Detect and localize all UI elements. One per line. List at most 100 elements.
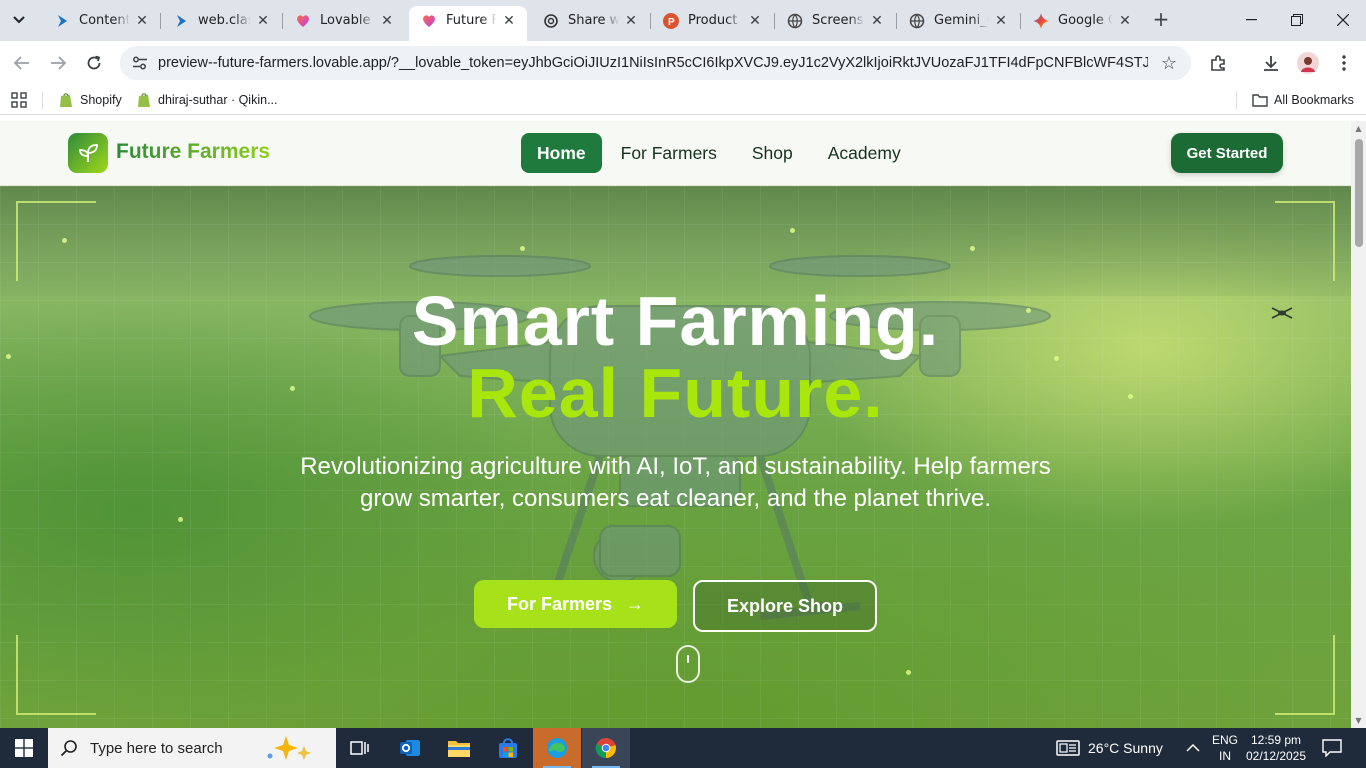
close-tab-icon[interactable]: ✕: [379, 13, 395, 29]
tab-content[interactable]: Content s ✕: [42, 6, 160, 35]
restore-button[interactable]: [1274, 0, 1320, 40]
bookmarks-bar: Shopify dhiraj-suthar · Qikin... All Boo…: [0, 85, 1366, 115]
clock[interactable]: 12:59 pm 02/12/2025: [1245, 728, 1307, 768]
news-weather-icon: [1056, 740, 1080, 756]
file-explorer-app[interactable]: [435, 728, 483, 768]
download-icon[interactable]: [1258, 50, 1284, 76]
scrollbar-thumb[interactable]: [1355, 139, 1363, 247]
tab-title: Screensho: [812, 13, 865, 28]
tab-web-class[interactable]: web.class ✕: [161, 6, 281, 35]
close-window-button[interactable]: [1320, 0, 1366, 40]
brand-name[interactable]: Future Farmers: [116, 140, 270, 164]
nav-academy[interactable]: Academy: [812, 133, 917, 173]
arrow-right-icon: →: [626, 593, 645, 614]
all-bookmarks-label: All Bookmarks: [1274, 93, 1354, 107]
all-bookmarks[interactable]: All Bookmarks: [1252, 91, 1354, 109]
scroll-mouse-icon[interactable]: [676, 645, 700, 683]
menu-kebab-icon[interactable]: [1331, 50, 1357, 76]
nav-for-farmers[interactable]: For Farmers: [605, 133, 733, 173]
sprout-logo-icon[interactable]: [68, 133, 108, 173]
tab-screenshot[interactable]: Screensho ✕: [775, 6, 895, 35]
url-text[interactable]: preview--future-farmers.lovable.app/?__l…: [158, 55, 1148, 71]
page-viewport: Future Farmers Home For Farmers Shop Aca…: [0, 121, 1351, 728]
taskbar-search-box[interactable]: Type here to search: [48, 728, 336, 768]
chrome-icon: [595, 738, 616, 759]
tab-gemini[interactable]: Gemini_G ✕: [897, 6, 1019, 35]
clock-time: 12:59 pm: [1250, 733, 1302, 747]
forward-arrow-icon: [51, 56, 66, 70]
tab-product-hunt[interactable]: P Product H ✕: [651, 6, 773, 35]
search-placeholder: Type here to search: [90, 739, 223, 757]
outlook-app[interactable]: [386, 728, 434, 768]
language-indicator[interactable]: ENG IN: [1212, 728, 1238, 768]
chevron-down-icon: [13, 16, 25, 24]
lang-code: ENG: [1212, 733, 1239, 747]
chrome-app[interactable]: [582, 728, 630, 768]
globe-icon: [787, 13, 803, 29]
hero-title-line2: Real Future.: [467, 354, 884, 432]
tab-google-gemini[interactable]: Google G ✕: [1021, 6, 1143, 35]
particle-dot: [906, 670, 911, 675]
close-tab-icon[interactable]: ✕: [993, 13, 1009, 29]
page-scrollbar[interactable]: ▲ ▼: [1351, 121, 1366, 728]
store-bag-icon: [499, 738, 517, 758]
windows-start-button[interactable]: [0, 728, 48, 768]
nav-shop[interactable]: Shop: [736, 133, 809, 173]
tab-future-farmers[interactable]: Future Fa ✕: [409, 6, 527, 41]
outlook-icon: [400, 740, 420, 756]
close-tab-icon[interactable]: ✕: [1117, 13, 1133, 29]
task-view-button[interactable]: [336, 728, 384, 768]
tab-lovable[interactable]: Lovable - ✕: [283, 6, 405, 35]
tab-title: Google G: [1058, 13, 1113, 28]
hidden-icons-chevron-icon[interactable]: [1186, 728, 1200, 768]
apps-grid-icon[interactable]: [11, 91, 27, 109]
address-bar[interactable]: preview--future-farmers.lovable.app/?__l…: [120, 46, 1191, 80]
weather-text: 26°C Sunny: [1088, 740, 1163, 756]
gemini-sparkle-icon: [1033, 12, 1049, 29]
close-tab-icon[interactable]: ✕: [623, 13, 639, 29]
reload-button[interactable]: [80, 49, 108, 77]
for-farmers-button[interactable]: For Farmers →: [474, 580, 677, 628]
close-tab-icon[interactable]: ✕: [134, 13, 150, 29]
tab-search-button[interactable]: [6, 7, 32, 33]
bookmark-shopify[interactable]: Shopify: [58, 91, 122, 109]
particle-dot: [178, 517, 183, 522]
minimize-button[interactable]: [1228, 0, 1274, 40]
shopify-bag-icon: [138, 93, 150, 107]
tab-title: Content s: [79, 13, 130, 28]
edge-icon: [547, 738, 567, 758]
profile-avatar[interactable]: [1295, 50, 1321, 76]
notifications-icon[interactable]: [1322, 728, 1342, 768]
weather-widget[interactable]: 26°C Sunny: [1056, 728, 1163, 768]
explore-shop-button[interactable]: Explore Shop: [693, 580, 877, 632]
lovable-heart-icon: [295, 13, 311, 29]
bookmark-star-icon[interactable]: ☆: [1161, 53, 1177, 74]
tab-share-web[interactable]: Share wel ✕: [531, 6, 649, 35]
close-tab-icon[interactable]: ✕: [869, 13, 885, 29]
forward-button[interactable]: [44, 49, 72, 77]
microsoft-store-app[interactable]: [484, 728, 532, 768]
tab-title: web.class: [198, 13, 251, 28]
windows-logo-icon: [15, 739, 33, 757]
particle-dot: [62, 238, 67, 243]
extensions-icon[interactable]: [1205, 50, 1231, 76]
edge-app[interactable]: [533, 728, 581, 768]
bookmark-dhiraj-suthar[interactable]: dhiraj-suthar · Qikin...: [136, 91, 277, 109]
close-tab-icon[interactable]: ✕: [747, 13, 763, 29]
close-tab-icon[interactable]: ✕: [501, 13, 517, 29]
blue-arrow-favicon-icon: [54, 13, 70, 29]
scroll-up-arrow-icon[interactable]: ▲: [1354, 124, 1363, 133]
back-arrow-icon: [14, 56, 29, 70]
new-tab-button[interactable]: +: [1150, 7, 1172, 31]
back-button[interactable]: [8, 49, 36, 77]
hero-section: Smart Farming. Real Future. Revolutioniz…: [0, 186, 1351, 728]
get-started-button[interactable]: Get Started: [1171, 133, 1283, 173]
clock-date: 02/12/2025: [1245, 749, 1307, 763]
site-info-icon[interactable]: [130, 53, 150, 73]
windows-taskbar: Type here to search 26°C Sunny ENG IN 12: [0, 728, 1366, 768]
close-tab-icon[interactable]: ✕: [255, 13, 271, 29]
openai-favicon-icon: [543, 13, 559, 29]
nav-home[interactable]: Home: [521, 133, 602, 173]
scroll-down-arrow-icon[interactable]: ▼: [1354, 716, 1363, 725]
tab-title: Share wel: [568, 13, 619, 28]
